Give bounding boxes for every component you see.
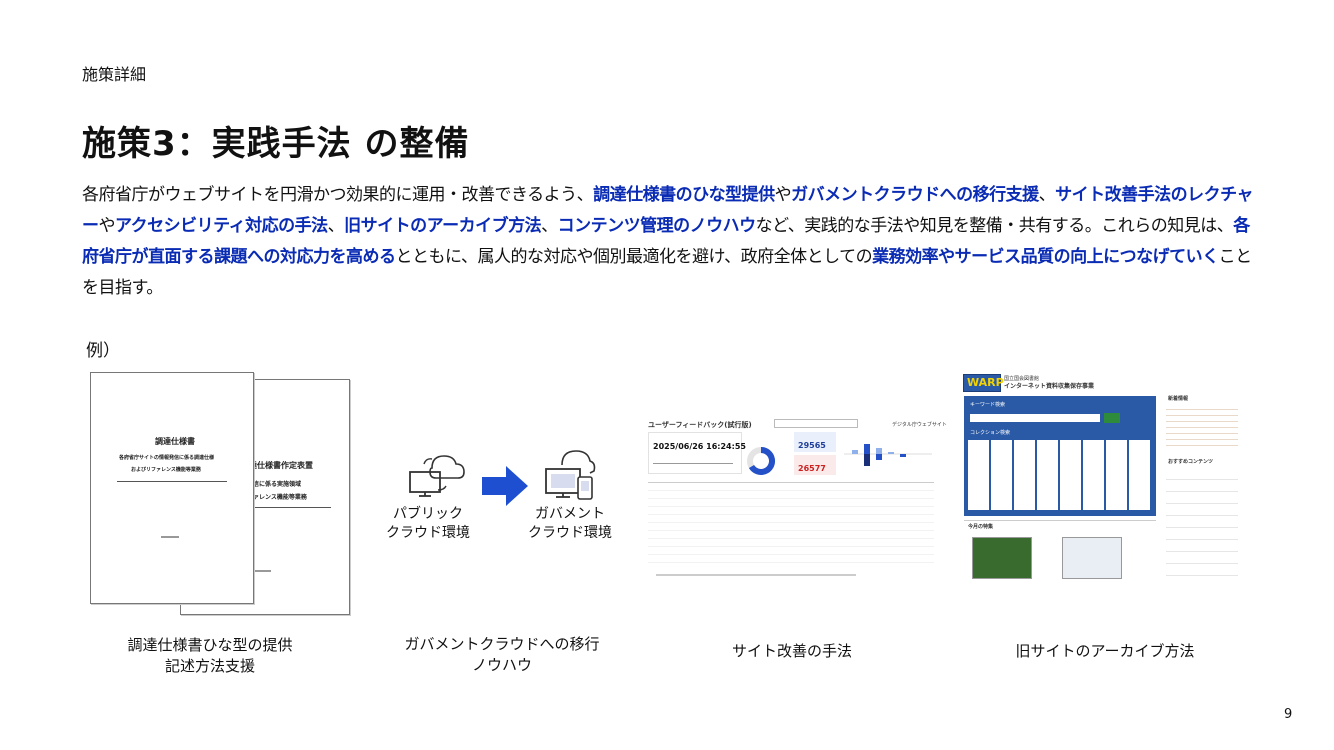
highlight-phrase: 調達仕様書のひな型提供 — [593, 185, 775, 205]
government-cloud-icon — [545, 450, 596, 500]
warp-search-panel: キーワード検索 コレクション検索 — [964, 396, 1156, 516]
warp-recommend-label: おすすめコンテンツ — [1168, 459, 1214, 465]
doc-back-rule — [241, 507, 331, 508]
feedback-bar-chart — [844, 444, 932, 466]
highlight-phrase: 業務効率やサービス品質の向上につなげていく — [872, 247, 1219, 267]
body-text-segment: 、 — [1038, 185, 1056, 205]
warp-featured-panel: 今月の特集 — [964, 520, 1156, 591]
caption-archive: 旧サイトのアーカイブ方法 — [1015, 642, 1195, 660]
body-text-segment: など、実践的な手法や知見を整備・共有する。これらの知見は、 — [755, 216, 1234, 236]
feedback-donut-chart — [747, 446, 775, 475]
warp-logo: WARP — [963, 374, 1004, 392]
warp-logo-text: WARP — [967, 376, 1004, 389]
highlight-phrase: アクセシビリティ対応の手法 — [115, 216, 328, 236]
doc-front-footer — [161, 536, 179, 538]
caption-procurement: 調達仕様書ひな型の提供 記述方法支援 — [90, 635, 330, 677]
doc-back-footer — [251, 570, 271, 572]
feedback-site-label: デジタル庁ウェブサイト — [892, 422, 947, 428]
feedback-table — [648, 482, 934, 569]
feedback-dashboard-screenshot: ユーザーフィードバック(試行版) デジタル庁ウェブサイト 2025/06/26 … — [646, 410, 947, 582]
warp-collection-grid — [968, 440, 1152, 510]
feedback-metric-2: 26577 — [798, 464, 826, 473]
warp-featured-label: 今月の特集 — [968, 524, 994, 530]
highlight-phrase: ガバメントクラウドへの移行支援 — [791, 185, 1039, 205]
warp-search-button[interactable] — [1104, 413, 1120, 423]
feedback-dashboard-title: ユーザーフィードバック(試行版) — [648, 421, 752, 429]
doc-front-subtitle: 各府省庁サイトの情報発信に係る調達仕様 — [119, 455, 215, 461]
public-cloud-icon — [409, 455, 465, 497]
warp-collection-label: コレクション検索 — [970, 430, 1011, 436]
caption-procurement-line1: 調達仕様書ひな型の提供 — [127, 636, 293, 654]
warp-archive-screenshot: WARP 国立国会図書館 インターネット資料収集保存事業 キーワード検索 コレク… — [960, 370, 1244, 594]
highlight-phrase: コンテンツ管理のノウハウ — [557, 216, 757, 236]
caption-cloud-line1: ガバメントクラウドへの移行 — [404, 635, 600, 653]
highlight-phrase: 旧サイトのアーカイブ方法 — [344, 216, 542, 236]
feedback-date-slider — [653, 463, 733, 464]
feedback-date: 2025/06/26 16:24:55 — [653, 442, 746, 451]
body-text-segment: 、 — [541, 216, 558, 236]
warp-news-label: 新着情報 — [1168, 396, 1189, 402]
government-cloud-label-line1: ガバメント — [535, 506, 605, 522]
feedback-page-select — [774, 419, 858, 428]
example-label: 例） — [86, 341, 120, 361]
migration-arrow-icon — [482, 466, 528, 506]
page-title: 施策3：実践手法 の整備 — [82, 124, 470, 164]
feedback-metric-box-1: 29565 — [794, 432, 836, 452]
doc-front-subtitle2: およびリファレンス機能等業務 — [131, 467, 201, 473]
doc-front-rule — [117, 481, 227, 482]
caption-cloud-line2: ノウハウ — [471, 656, 532, 674]
feedback-metric-1: 29565 — [798, 441, 826, 450]
feedback-metric-box-2: 26577 — [794, 455, 836, 475]
warp-recommend-list — [1166, 468, 1238, 578]
body-text-segment: や — [98, 216, 116, 236]
page-number: 9 — [1284, 707, 1293, 722]
eyebrow-label: 施策詳細 — [82, 65, 147, 84]
warp-news-lines — [1166, 404, 1238, 450]
feedback-date-panel: 2025/06/26 16:24:55 — [648, 432, 746, 474]
doc-front-title: 調達仕様書 — [155, 437, 195, 446]
body-text-segment: 、 — [327, 216, 345, 236]
warp-search-label: キーワード検索 — [970, 402, 1006, 408]
body-text-segment: とともに、属人的な対応や個別最適化を避け、政府全体としての — [395, 247, 873, 267]
document-front-page: 調達仕様書 各府省庁サイトの情報発信に係る調達仕様 およびリファレンス機能等業務 — [90, 372, 254, 604]
caption-procurement-line2: 記述方法支援 — [164, 657, 255, 675]
warp-featured-image-1 — [972, 537, 1032, 579]
government-cloud-label-line2: クラウド環境 — [528, 525, 612, 541]
caption-cloud: ガバメントクラウドへの移行 ノウハウ — [382, 634, 622, 676]
body-text-segment: 各府省庁がウェブサイトを円滑かつ効果的に運用・改善できるよう、 — [82, 185, 594, 205]
caption-site-improvement: サイト改善の手法 — [731, 642, 852, 660]
warp-search-input[interactable] — [970, 414, 1100, 422]
public-cloud-label-line2: クラウド環境 — [386, 525, 470, 541]
warp-service-name: インターネット資料収集保存事業 — [1004, 383, 1095, 390]
body-paragraph: 各府省庁がウェブサイトを円滑かつ効果的に運用・改善できるよう、調達仕様書のひな型… — [82, 180, 1262, 304]
body-text-segment: や — [774, 185, 792, 205]
public-cloud-label-line1: パブリック — [393, 506, 463, 522]
warp-sidebar: 新着情報 おすすめコンテンツ — [1162, 392, 1242, 588]
warp-featured-image-2 — [1062, 537, 1122, 579]
feedback-footnote — [656, 574, 856, 576]
public-cloud-label: パブリック クラウド環境 — [380, 505, 476, 543]
government-cloud-label: ガバメント クラウド環境 — [522, 505, 618, 543]
